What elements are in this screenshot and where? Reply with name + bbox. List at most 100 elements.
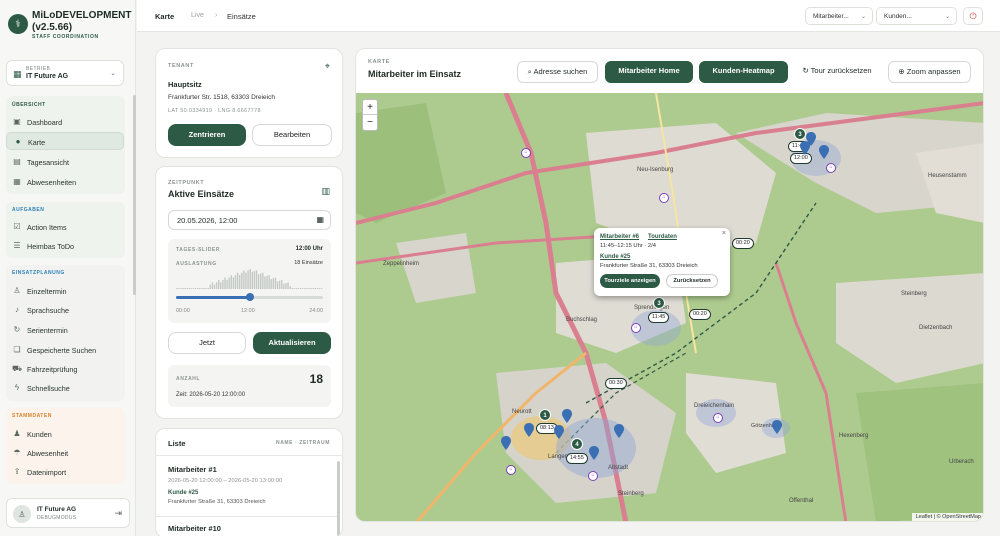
- histogram-bar: [192, 288, 195, 289]
- popup-reset-button[interactable]: Zurücksetzen: [666, 274, 718, 288]
- map-attribution[interactable]: Leaflet | © OpenStreetMap: [911, 513, 983, 521]
- map-marker-icon[interactable]: [554, 425, 564, 439]
- time-label[interactable]: 00:20: [732, 238, 754, 249]
- home-marker-icon[interactable]: ⌂: [521, 148, 531, 158]
- sidebar-item-fahrzeitpruefung[interactable]: ⛟ Fahrzeitprüfung: [6, 360, 124, 378]
- histogram-bar: [299, 288, 302, 289]
- tourziele-anzeigen-button[interactable]: Tourziele anzeigen: [600, 274, 660, 288]
- histogram-bar: [245, 272, 247, 289]
- sidebar-item-action-items[interactable]: ☑ Action Items: [6, 218, 124, 236]
- sidebar-scrollbar[interactable]: [133, 95, 136, 295]
- place-label: Dreieichenhain: [694, 403, 735, 409]
- betrieb-selector[interactable]: ▦ BETRIEB IT Future AG ⌄: [6, 60, 124, 86]
- cluster-marker[interactable]: 1: [539, 409, 551, 421]
- kunden-select[interactable]: Kunden... ⌄: [876, 7, 957, 25]
- home-marker-icon[interactable]: ⌂: [713, 413, 723, 423]
- calendar-icon[interactable]: ▦: [316, 215, 324, 224]
- breadcrumb-live[interactable]: Live: [191, 12, 204, 19]
- adresse-suchen-button[interactable]: ⌕ Adresse suchen: [517, 61, 598, 83]
- map-book-icon[interactable]: ▥: [321, 186, 330, 197]
- time-label[interactable]: 00:30: [605, 378, 627, 389]
- sidebar-item-serientermin[interactable]: ↻ Serientermin: [6, 321, 124, 339]
- home-marker-icon[interactable]: ⌂: [588, 471, 598, 481]
- chevron-down-icon: ⌄: [944, 14, 950, 20]
- map-marker-icon[interactable]: [524, 423, 534, 437]
- sidebar-item-tagesansicht[interactable]: ▤ Tagesansicht: [6, 153, 124, 171]
- tour-zuruecksetzen-button[interactable]: ↻ Tour zurücksetzen: [794, 61, 880, 83]
- map-view[interactable]: Neu-Isenburg Heusenstamm Zeppelinheim Bu…: [356, 93, 983, 521]
- kunden-heatmap-button[interactable]: Kunden-Heatmap: [699, 61, 788, 83]
- datetime-input[interactable]: 20.05.2026, 12:00 ▦: [168, 210, 331, 230]
- map-marker-icon[interactable]: [501, 436, 511, 450]
- sidebar-item-dashboard[interactable]: ▣ Dashboard: [6, 113, 124, 131]
- time-label[interactable]: 00:20: [689, 309, 711, 320]
- histogram-bar: [182, 288, 184, 289]
- sidebar-item-label: Gespeicherte Suchen: [27, 346, 97, 355]
- histogram-bar: [230, 275, 232, 289]
- sidebar-item-sprachsuche[interactable]: ♪ Sprachsuche: [6, 301, 124, 319]
- sidebar-item-label: Abwesenheiten: [27, 178, 77, 187]
- logout-icon[interactable]: ⇥: [114, 508, 122, 519]
- time-slider[interactable]: [176, 293, 323, 301]
- slider-fill: [176, 296, 250, 299]
- time-label[interactable]: 11:45: [648, 312, 670, 323]
- sidebar-item-heimbas-todo[interactable]: ☰ Heimbas ToDo: [6, 237, 124, 255]
- sidebar-item-datenimport[interactable]: ⇪ Datenimport: [6, 463, 124, 481]
- liste-sort[interactable]: NAME · ZEITRAUM: [276, 440, 330, 446]
- zentrieren-button[interactable]: Zentrieren: [168, 124, 246, 146]
- map-marker-icon[interactable]: [772, 420, 782, 434]
- place-label: Offenthal: [789, 498, 814, 504]
- histogram-bar: [236, 272, 239, 289]
- liste-title: Liste: [168, 439, 186, 448]
- histogram-bar: [209, 284, 211, 289]
- time-label[interactable]: 14:55: [566, 453, 588, 464]
- close-icon[interactable]: ×: [722, 230, 726, 237]
- power-button[interactable]: ⏻: [963, 7, 983, 25]
- map-marker-icon[interactable]: [800, 141, 810, 155]
- home-marker-icon[interactable]: ⌂: [631, 323, 641, 333]
- slider-handle[interactable]: [245, 293, 254, 301]
- list-item[interactable]: Mitarbeiter #1 2026-05-20 12:00:00 – 202…: [156, 457, 338, 515]
- histogram-bar: [320, 288, 323, 289]
- sidebar-item-karte[interactable]: ● Karte: [6, 132, 124, 150]
- sidebar-item-schnellsuche[interactable]: ϟ Schnellsuche: [6, 379, 124, 397]
- sidebar-item-kunden[interactable]: ♟ Kunden: [6, 425, 124, 443]
- sidebar-item-gespeicherte-suchen[interactable]: ❏ Gespeicherte Suchen: [6, 341, 124, 359]
- app-title: MiLoDEVELOPMENT (v2.5.66): [32, 10, 132, 33]
- aktualisieren-button[interactable]: Aktualisieren: [253, 332, 331, 354]
- cluster-marker[interactable]: 3: [794, 128, 806, 140]
- sidebar-item-einzeltermin[interactable]: ♙ Einzeltermin: [6, 282, 124, 300]
- cluster-marker[interactable]: 3: [653, 297, 665, 309]
- map-marker-icon[interactable]: [614, 424, 624, 438]
- button-label: Zoom anpassen: [906, 67, 961, 76]
- list-item-name[interactable]: Mitarbeiter #10: [168, 524, 221, 533]
- list-scrollbar[interactable]: [337, 461, 340, 536]
- zoom-out-button[interactable]: −: [363, 115, 377, 130]
- home-marker-icon[interactable]: ⌂: [506, 465, 516, 475]
- histogram-bar: [247, 270, 249, 289]
- zoom-in-button[interactable]: +: [363, 100, 377, 115]
- jetzt-button[interactable]: Jetzt: [168, 332, 246, 354]
- sidebar-item-label: Action Items: [27, 223, 67, 232]
- bearbeiten-button[interactable]: Bearbeiten: [252, 124, 332, 146]
- zoom-anpassen-button[interactable]: ⊕ Zoom anpassen: [888, 61, 971, 83]
- datetime-value: 20.05.2026, 12:00: [177, 216, 238, 225]
- map-marker-icon[interactable]: [819, 145, 829, 159]
- mitarbeiter-home-button[interactable]: Mitarbeiter Home: [605, 61, 693, 83]
- cluster-marker[interactable]: 4: [571, 438, 583, 450]
- popup-kunde-link[interactable]: Kunde #25: [600, 254, 630, 260]
- breadcrumb-root[interactable]: Karte: [155, 12, 174, 21]
- home-marker-icon[interactable]: ⌂: [659, 193, 669, 203]
- histogram-bar: [188, 288, 190, 289]
- sidebar-item-abwesenheiten[interactable]: ▦ Abwesenheiten: [6, 173, 124, 191]
- map-marker-icon[interactable]: [562, 409, 572, 423]
- popup-tourdaten-link[interactable]: Tourdaten: [648, 234, 677, 240]
- popup-mitarbeiter-link[interactable]: Mitarbeiter #6: [600, 234, 639, 240]
- mitarbeiter-select[interactable]: Mitarbeiter... ⌄: [805, 7, 873, 25]
- tenant-coords: LAT 50.0334919 · LNG 8.6667778: [168, 108, 261, 114]
- microphone-icon: ♪: [15, 305, 19, 314]
- histogram-bar: [314, 288, 316, 289]
- home-marker-icon[interactable]: ⌂: [826, 163, 836, 173]
- map-marker-icon[interactable]: [589, 446, 599, 460]
- sidebar-item-abwesenheit[interactable]: ☂ Abwesenheit: [6, 444, 124, 462]
